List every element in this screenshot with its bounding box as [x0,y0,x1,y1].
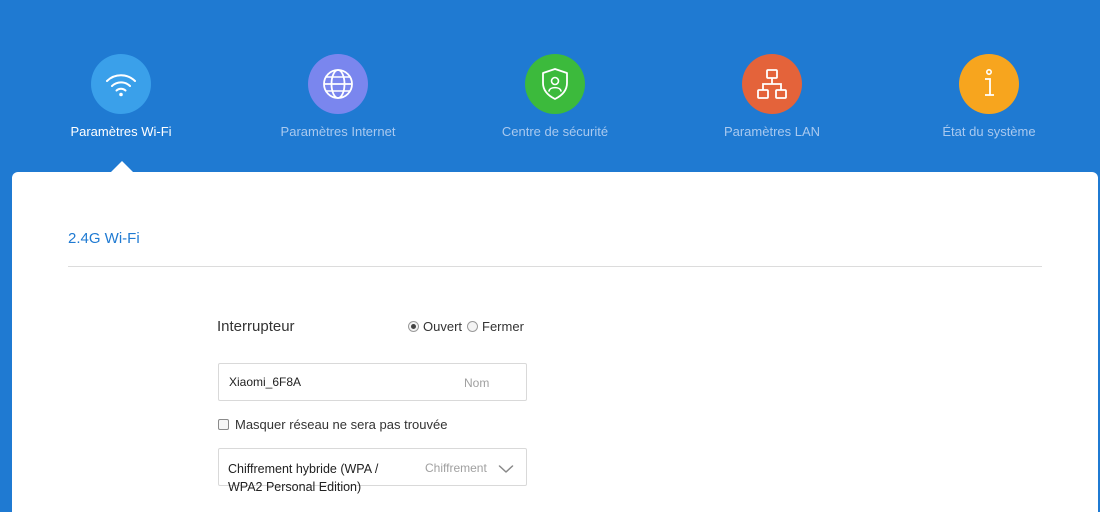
nav-label: Paramètres LAN [723,124,821,139]
globe-icon [308,54,368,114]
settings-panel: 2.4G Wi-Fi Interrupteur Ouvert Fermer No… [12,172,1098,512]
radio-close[interactable] [467,321,479,332]
ssid-field[interactable]: Nom [218,363,527,401]
nav-label: Paramètres Internet [280,124,396,139]
network-icon [742,54,802,114]
wifi-icon [91,54,151,114]
section-divider [68,266,1042,267]
nav-label: État du système [942,124,1036,139]
ssid-input[interactable] [229,375,449,389]
nav-item-security-center[interactable]: Centre de sécurité [455,54,655,139]
nav-label: Centre de sécurité [501,124,609,139]
section-title: 2.4G Wi-Fi [68,230,140,247]
nav-label: Paramètres Wi-Fi [70,124,172,139]
active-tab-pointer [111,161,133,172]
encryption-line-1: Chiffrement hybride (WPA / [228,462,379,476]
switch-radio-group: Ouvert Fermer [408,319,529,334]
nav-item-wifi-settings[interactable]: Paramètres Wi-Fi [21,54,221,139]
info-icon [959,54,1019,114]
switch-label: Interrupteur [217,318,295,335]
radio-open-label: Ouvert [423,319,463,334]
ssid-hint: Nom [464,376,490,390]
nav-item-lan-settings[interactable]: Paramètres LAN [672,54,872,139]
nav-item-system-status[interactable]: État du système [889,54,1089,139]
encryption-line-2: WPA2 Personal Edition) [228,480,362,494]
top-navigation-bar: Paramètres Wi-Fi Paramètres Internet Cen… [0,0,1100,172]
hide-network-label: Masquer réseau ne sera pas trouvée [235,417,448,432]
radio-open[interactable] [408,321,419,332]
encryption-selected-value: Chiffrement hybride (WPA / WPA2 Personal… [228,460,408,496]
hide-network-row: Masquer réseau ne sera pas trouvée [218,417,447,432]
hide-network-checkbox[interactable] [218,419,229,430]
radio-close-label: Fermer [482,319,524,334]
nav-item-internet-settings[interactable]: Paramètres Internet [238,54,438,139]
chevron-down-icon [498,461,514,479]
encryption-hint: Chiffrement [425,461,487,475]
shield-icon [525,54,585,114]
